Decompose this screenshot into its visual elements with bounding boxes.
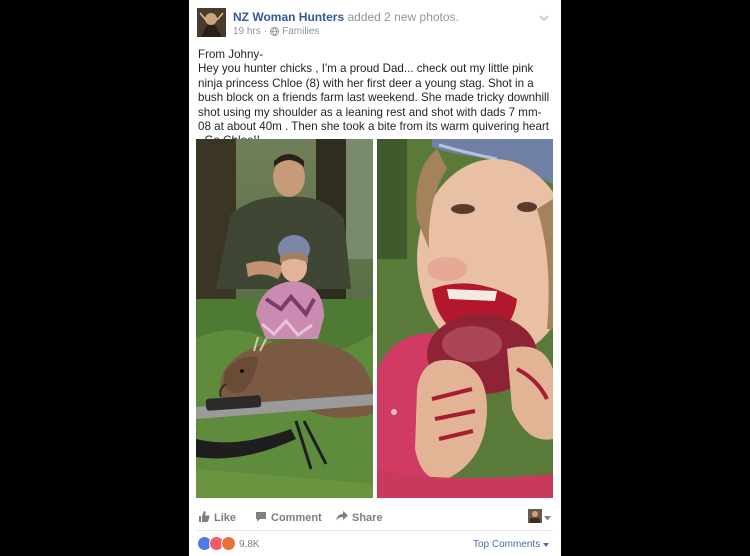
- thumbs-up-icon: [198, 511, 210, 525]
- post-actions-bar: Like Comment Share: [189, 507, 561, 527]
- post-meta: 19 hrs · Families: [233, 26, 319, 37]
- comment-label: Comment: [271, 512, 322, 524]
- post-as-selector[interactable]: [528, 509, 551, 526]
- comment-button[interactable]: Comment: [255, 511, 322, 525]
- caret-down-icon: [544, 512, 551, 524]
- post-text-greeting: From Johny-: [198, 48, 264, 61]
- photo-grid: [196, 139, 553, 498]
- comment-icon: [255, 511, 267, 525]
- top-comments-dropdown[interactable]: Top Comments: [473, 539, 549, 550]
- like-button[interactable]: Like: [198, 511, 236, 525]
- share-icon: [336, 511, 348, 525]
- top-comments-label: Top Comments: [472, 539, 541, 550]
- photo-girl-eating-heart[interactable]: [377, 139, 553, 498]
- post-text: From Johny- Hey you hunter chicks , I'm …: [198, 48, 554, 149]
- divider: [197, 530, 553, 531]
- globe-icon: [270, 27, 280, 37]
- reaction-count[interactable]: 9.8K: [239, 539, 260, 550]
- reaction-icons[interactable]: [197, 536, 236, 551]
- caret-down-icon: [543, 539, 549, 550]
- post-text-body: Hey you hunter chicks , I'm a proud Dad.…: [198, 62, 550, 147]
- facebook-post: NZ Woman Hunters added 2 new photos. 19 …: [189, 0, 561, 556]
- post-action-text: added 2 new photos.: [347, 10, 459, 24]
- post-audience[interactable]: Families: [282, 26, 319, 37]
- post-header: NZ Woman Hunters added 2 new photos. 19 …: [189, 0, 561, 42]
- like-label: Like: [214, 512, 237, 524]
- post-author-line: NZ Woman Hunters added 2 new photos.: [233, 10, 459, 24]
- meta-separator: ·: [263, 26, 268, 37]
- mini-avatar: [528, 509, 542, 526]
- page-name-link[interactable]: NZ Woman Hunters: [233, 10, 344, 24]
- photo-hunter-with-deer[interactable]: [196, 139, 373, 498]
- share-button[interactable]: Share: [336, 511, 383, 525]
- reactions-bar: 9.8K Top Comments: [189, 535, 561, 553]
- chevron-down-icon[interactable]: [538, 10, 550, 22]
- page-avatar[interactable]: [197, 8, 226, 37]
- angry-reaction-icon: [221, 536, 236, 551]
- post-timestamp[interactable]: 19 hrs: [233, 26, 261, 37]
- share-label: Share: [352, 512, 383, 524]
